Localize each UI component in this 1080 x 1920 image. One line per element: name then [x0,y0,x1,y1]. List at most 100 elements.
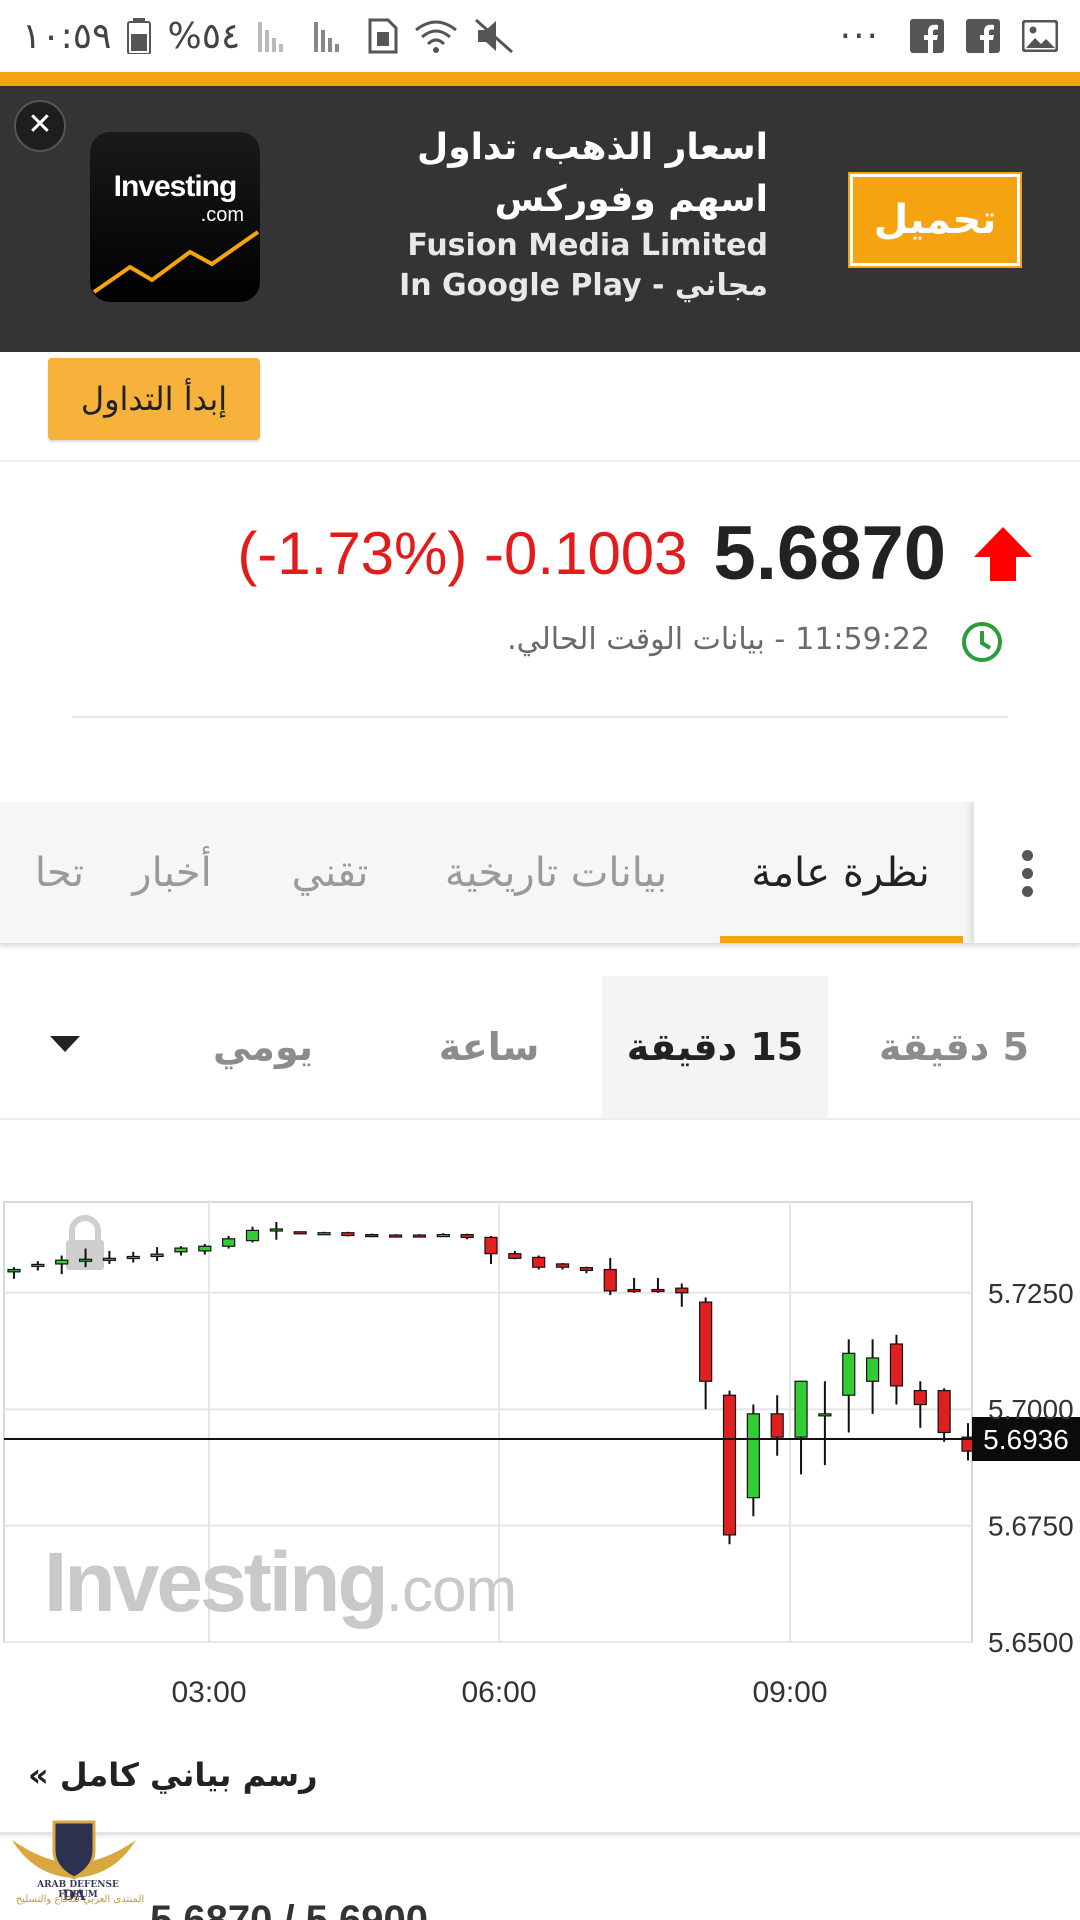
candle-body [222,1238,236,1247]
candle [317,1231,331,1236]
clock-icon [962,622,1002,662]
facebook-icon [966,19,1000,53]
candle-body [555,1263,570,1268]
tab-overview[interactable]: نظرة عامة [719,802,962,943]
candle-body [937,1389,951,1434]
candle-body [150,1253,164,1258]
candle-body [174,1247,188,1253]
candle-body [627,1288,641,1293]
candle-body [842,1352,856,1396]
more-dots-icon: ··· [839,15,880,57]
candle-body [794,1380,808,1438]
candle-body [746,1413,760,1499]
tab-news[interactable]: أخبار [112,802,232,943]
x-tick-label: 06:00 [461,1676,536,1709]
candle-body [7,1268,21,1273]
price-chart[interactable]: 5.6936 5.7250 5.7000 5.6750 5.6500 03:00 06:0… [0,1190,1080,1710]
quote-time-note: - بيانات الوقت الحالي. [507,622,786,657]
candle-body [818,1413,832,1417]
divider [72,716,1008,718]
candle-body [675,1287,689,1294]
timeframe-hour[interactable]: ساعة [376,976,602,1118]
kebab-menu-icon [1021,849,1033,897]
quote-time: 11:59:22 [795,622,930,657]
tabs-bar: نظرة عامة بيانات تاريخية تقني أخبار تحا [0,802,1080,944]
candle-body [436,1233,450,1238]
y-tick-label: 5.6750 [988,1511,1074,1542]
tab-analysis[interactable]: تحا [0,802,84,943]
close-icon[interactable]: ✕ [14,100,66,152]
ad-title: اسعار الذهب، تداول اسهم وفوركس [416,127,768,220]
up-arrow-icon [974,526,1032,581]
candle [293,1231,307,1235]
candle-body [317,1232,331,1236]
logo-brand: Investing [113,170,238,203]
trend-line-icon [92,230,260,294]
ad-publisher: Fusion Media Limited [407,228,768,263]
timeframe-selector: 5 دقيقة 15 دقيقة ساعة يومي [0,976,1080,1120]
candle-body [245,1229,260,1242]
timeframe-5min[interactable]: 5 دقيقة [828,976,1080,1118]
ad-store: مجاني - In Google Play [399,268,768,303]
forum-name-ar: المنتدى العربي للدفاع والتسليح [15,1894,145,1905]
tab-technical[interactable]: تقني [270,802,390,943]
candle-body [603,1268,617,1292]
candle-body [484,1236,498,1255]
candle-body [651,1288,665,1293]
candle [389,1234,403,1238]
app-logo: Investing .com [90,132,260,302]
candle [365,1233,379,1238]
candle-body [699,1301,713,1382]
status-time: ١٠:٥٩ [22,15,112,57]
current-price: 5.6870 [713,511,946,596]
candle [412,1234,427,1238]
battery-icon [127,18,152,54]
quote-row: (-1.73%) -0.1003 5.6870 [237,510,1034,597]
candle-body [341,1232,355,1237]
candle-body [31,1263,45,1267]
ad-text: اسعار الذهب، تداول اسهم وفوركس Fusion Me… [348,122,768,306]
divider [0,460,1080,462]
candle-body [460,1233,474,1238]
quote-time-row: 11:59:22 - بيانات الوقت الحالي. [507,622,930,657]
ad-banner[interactable]: ✕ Investing .com اسعار الذهب، تداول اسهم… [0,86,1080,352]
tab-historical-data[interactable]: بيانات تاريخية [418,802,694,943]
full-chart-link[interactable]: رسم بياني كامل » [28,1756,318,1794]
candle-body [770,1413,784,1438]
candle-body [55,1259,69,1265]
candle-body [126,1255,140,1260]
candle-body [269,1228,283,1232]
candle-body [412,1234,427,1238]
timeframe-daily[interactable]: يومي [150,976,376,1118]
active-tab-indicator [720,936,963,943]
y-tick-label: 5.7250 [988,1278,1074,1309]
chart-svg: 5.6936 5.7250 5.7000 5.6750 5.6500 03:00 06:0… [3,1201,1080,1709]
timeframe-15min[interactable]: 15 دقيقة [602,976,828,1118]
chevron-down-icon[interactable] [50,1036,80,1052]
signal-icon [312,18,352,54]
candle-body [865,1357,880,1382]
candle-body [102,1257,117,1261]
tabs-more-button[interactable] [974,802,1080,943]
accent-line [0,72,1080,86]
bottom-partial-text: 5.6870 / 5.6900 [150,1898,429,1920]
signal-icon [256,18,296,54]
status-left: ١٠:٥٩ %٥٤ [22,16,514,57]
sim-icon [368,18,398,54]
candle-body [198,1245,212,1252]
candle-body [78,1258,93,1262]
candle-body [508,1253,522,1259]
candle-body [293,1231,307,1235]
candle-body [365,1233,379,1238]
status-battery: %٥٤ [167,15,241,57]
divider [0,1832,1080,1835]
candle-body [722,1394,737,1536]
candle-body [389,1234,403,1238]
start-trading-button[interactable]: إبدأ التداول [48,358,260,440]
install-button[interactable]: تحميل [848,172,1022,268]
candle [341,1231,355,1237]
current-price-label: 5.6936 [983,1424,1069,1455]
y-tick-label: 5.7000 [988,1394,1074,1425]
candle-body [913,1389,927,1406]
chart-watermark: Investing.com [44,1535,517,1629]
